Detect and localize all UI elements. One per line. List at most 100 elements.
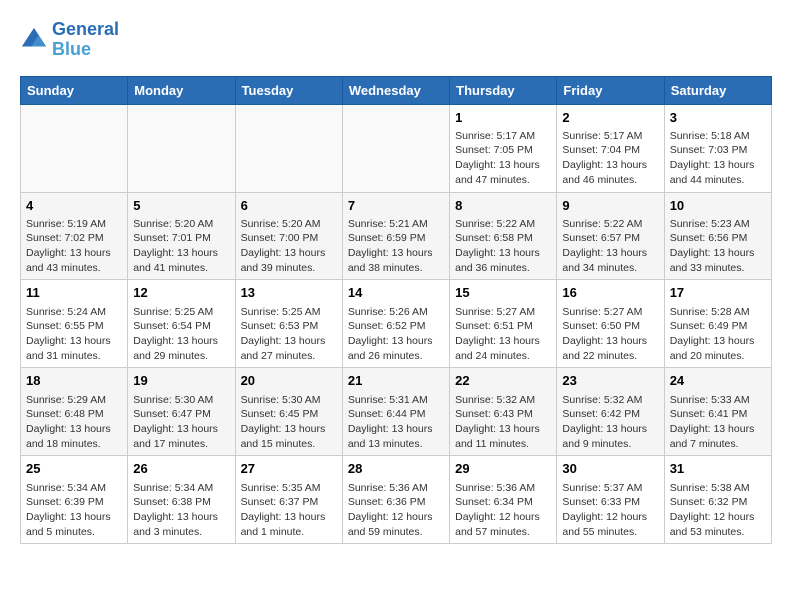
day-info: Sunrise: 5:22 AM Sunset: 6:57 PM Dayligh… — [562, 217, 658, 276]
calendar-table: SundayMondayTuesdayWednesdayThursdayFrid… — [20, 76, 772, 545]
calendar-day-cell — [342, 104, 449, 192]
calendar-day-cell: 3 Sunrise: 5:18 AM Sunset: 7:03 PM Daylig… — [664, 104, 771, 192]
calendar-day-cell: 30 Sunrise: 5:37 AM Sunset: 6:33 PM Dayli… — [557, 456, 664, 544]
calendar-day-cell: 25Sunrise: 5:34 AM Sunset: 6:39 PM Dayli… — [21, 456, 128, 544]
day-info: Sunrise: 5:35 AM Sunset: 6:37 PM Dayligh… — [241, 481, 337, 540]
day-info: Sunrise: 5:37 AM Sunset: 6:33 PM Dayligh… — [562, 481, 658, 540]
day-number: 14 — [348, 284, 444, 302]
calendar-day-cell: 19 Sunrise: 5:30 AM Sunset: 6:47 PM Dayli… — [128, 368, 235, 456]
calendar-day-cell — [21, 104, 128, 192]
calendar-day-cell: 29Sunrise: 5:36 AM Sunset: 6:34 PM Dayli… — [450, 456, 557, 544]
day-info: Sunrise: 5:17 AM Sunset: 7:05 PM Dayligh… — [455, 129, 551, 188]
day-number: 1 — [455, 109, 551, 127]
calendar-header: SundayMondayTuesdayWednesdayThursdayFrid… — [21, 76, 772, 104]
day-number: 3 — [670, 109, 766, 127]
day-info: Sunrise: 5:32 AM Sunset: 6:43 PM Dayligh… — [455, 393, 551, 452]
day-number: 2 — [562, 109, 658, 127]
day-info: Sunrise: 5:33 AM Sunset: 6:41 PM Dayligh… — [670, 393, 766, 452]
day-number: 21 — [348, 372, 444, 390]
day-number: 16 — [562, 284, 658, 302]
day-of-week-header: Thursday — [450, 76, 557, 104]
day-number: 26 — [133, 460, 229, 478]
day-info: Sunrise: 5:34 AM Sunset: 6:39 PM Dayligh… — [26, 481, 122, 540]
calendar-day-cell: 31Sunrise: 5:38 AM Sunset: 6:32 PM Dayli… — [664, 456, 771, 544]
calendar-day-cell: 11 Sunrise: 5:24 AM Sunset: 6:55 PM Dayli… — [21, 280, 128, 368]
calendar-day-cell: 27 Sunrise: 5:35 AM Sunset: 6:37 PM Dayli… — [235, 456, 342, 544]
day-of-week-header: Monday — [128, 76, 235, 104]
calendar-day-cell: 12 Sunrise: 5:25 AM Sunset: 6:54 PM Dayli… — [128, 280, 235, 368]
day-info: Sunrise: 5:19 AM Sunset: 7:02 PM Dayligh… — [26, 217, 122, 276]
day-info: Sunrise: 5:32 AM Sunset: 6:42 PM Dayligh… — [562, 393, 658, 452]
calendar-day-cell: 24 Sunrise: 5:33 AM Sunset: 6:41 PM Dayli… — [664, 368, 771, 456]
calendar-day-cell — [128, 104, 235, 192]
day-number: 27 — [241, 460, 337, 478]
day-info: Sunrise: 5:36 AM Sunset: 6:34 PM Dayligh… — [455, 481, 551, 540]
day-info: Sunrise: 5:36 AM Sunset: 6:36 PM Dayligh… — [348, 481, 444, 540]
day-info: Sunrise: 5:23 AM Sunset: 6:56 PM Dayligh… — [670, 217, 766, 276]
day-number: 20 — [241, 372, 337, 390]
day-info: Sunrise: 5:29 AM Sunset: 6:48 PM Dayligh… — [26, 393, 122, 452]
calendar-day-cell: 26 Sunrise: 5:34 AM Sunset: 6:38 PM Dayli… — [128, 456, 235, 544]
calendar-day-cell: 16 Sunrise: 5:27 AM Sunset: 6:50 PM Dayli… — [557, 280, 664, 368]
day-number: 17 — [670, 284, 766, 302]
day-number: 9 — [562, 197, 658, 215]
day-number: 8 — [455, 197, 551, 215]
calendar-day-cell: 9 Sunrise: 5:22 AM Sunset: 6:57 PM Daylig… — [557, 192, 664, 280]
logo: General Blue — [20, 20, 119, 60]
day-number: 31 — [670, 460, 766, 478]
day-info: Sunrise: 5:25 AM Sunset: 6:53 PM Dayligh… — [241, 305, 337, 364]
day-number: 15 — [455, 284, 551, 302]
day-number: 5 — [133, 197, 229, 215]
day-of-week-header: Friday — [557, 76, 664, 104]
calendar-day-cell: 10 Sunrise: 5:23 AM Sunset: 6:56 PM Dayli… — [664, 192, 771, 280]
calendar-week-row: 18 Sunrise: 5:29 AM Sunset: 6:48 PM Dayli… — [21, 368, 772, 456]
calendar-day-cell: 22 Sunrise: 5:32 AM Sunset: 6:43 PM Dayli… — [450, 368, 557, 456]
day-number: 7 — [348, 197, 444, 215]
calendar-day-cell: 20Sunrise: 5:30 AM Sunset: 6:45 PM Dayli… — [235, 368, 342, 456]
calendar-day-cell: 4 Sunrise: 5:19 AM Sunset: 7:02 PM Daylig… — [21, 192, 128, 280]
day-number: 18 — [26, 372, 122, 390]
day-of-week-header: Wednesday — [342, 76, 449, 104]
day-number: 28 — [348, 460, 444, 478]
day-number: 12 — [133, 284, 229, 302]
day-number: 19 — [133, 372, 229, 390]
calendar-day-cell — [235, 104, 342, 192]
calendar-day-cell: 5 Sunrise: 5:20 AM Sunset: 7:01 PM Daylig… — [128, 192, 235, 280]
day-info: Sunrise: 5:34 AM Sunset: 6:38 PM Dayligh… — [133, 481, 229, 540]
day-info: Sunrise: 5:31 AM Sunset: 6:44 PM Dayligh… — [348, 393, 444, 452]
day-number: 10 — [670, 197, 766, 215]
day-info: Sunrise: 5:18 AM Sunset: 7:03 PM Dayligh… — [670, 129, 766, 188]
day-number: 22 — [455, 372, 551, 390]
calendar-day-cell: 17Sunrise: 5:28 AM Sunset: 6:49 PM Dayli… — [664, 280, 771, 368]
day-info: Sunrise: 5:17 AM Sunset: 7:04 PM Dayligh… — [562, 129, 658, 188]
day-info: Sunrise: 5:25 AM Sunset: 6:54 PM Dayligh… — [133, 305, 229, 364]
day-info: Sunrise: 5:24 AM Sunset: 6:55 PM Dayligh… — [26, 305, 122, 364]
day-number: 30 — [562, 460, 658, 478]
day-number: 6 — [241, 197, 337, 215]
calendar-day-cell: 23Sunrise: 5:32 AM Sunset: 6:42 PM Dayli… — [557, 368, 664, 456]
calendar-week-row: 25Sunrise: 5:34 AM Sunset: 6:39 PM Dayli… — [21, 456, 772, 544]
day-info: Sunrise: 5:22 AM Sunset: 6:58 PM Dayligh… — [455, 217, 551, 276]
day-number: 13 — [241, 284, 337, 302]
day-number: 11 — [26, 284, 122, 302]
calendar-day-cell: 28 Sunrise: 5:36 AM Sunset: 6:36 PM Dayli… — [342, 456, 449, 544]
day-info: Sunrise: 5:20 AM Sunset: 7:01 PM Dayligh… — [133, 217, 229, 276]
day-info: Sunrise: 5:30 AM Sunset: 6:47 PM Dayligh… — [133, 393, 229, 452]
day-info: Sunrise: 5:26 AM Sunset: 6:52 PM Dayligh… — [348, 305, 444, 364]
day-number: 4 — [26, 197, 122, 215]
calendar-day-cell: 7Sunrise: 5:21 AM Sunset: 6:59 PM Daylig… — [342, 192, 449, 280]
calendar-day-cell: 1 Sunrise: 5:17 AM Sunset: 7:05 PM Daylig… — [450, 104, 557, 192]
page-header: General Blue — [20, 20, 772, 60]
calendar-day-cell: 14 Sunrise: 5:26 AM Sunset: 6:52 PM Dayli… — [342, 280, 449, 368]
calendar-day-cell: 15 Sunrise: 5:27 AM Sunset: 6:51 PM Dayli… — [450, 280, 557, 368]
day-of-week-header: Saturday — [664, 76, 771, 104]
day-info: Sunrise: 5:27 AM Sunset: 6:51 PM Dayligh… — [455, 305, 551, 364]
calendar-week-row: 11 Sunrise: 5:24 AM Sunset: 6:55 PM Dayli… — [21, 280, 772, 368]
day-info: Sunrise: 5:27 AM Sunset: 6:50 PM Dayligh… — [562, 305, 658, 364]
day-of-week-header: Tuesday — [235, 76, 342, 104]
logo-icon — [20, 26, 48, 54]
calendar-day-cell: 2 Sunrise: 5:17 AM Sunset: 7:04 PM Daylig… — [557, 104, 664, 192]
calendar-day-cell: 13 Sunrise: 5:25 AM Sunset: 6:53 PM Dayli… — [235, 280, 342, 368]
day-number: 24 — [670, 372, 766, 390]
day-info: Sunrise: 5:20 AM Sunset: 7:00 PM Dayligh… — [241, 217, 337, 276]
